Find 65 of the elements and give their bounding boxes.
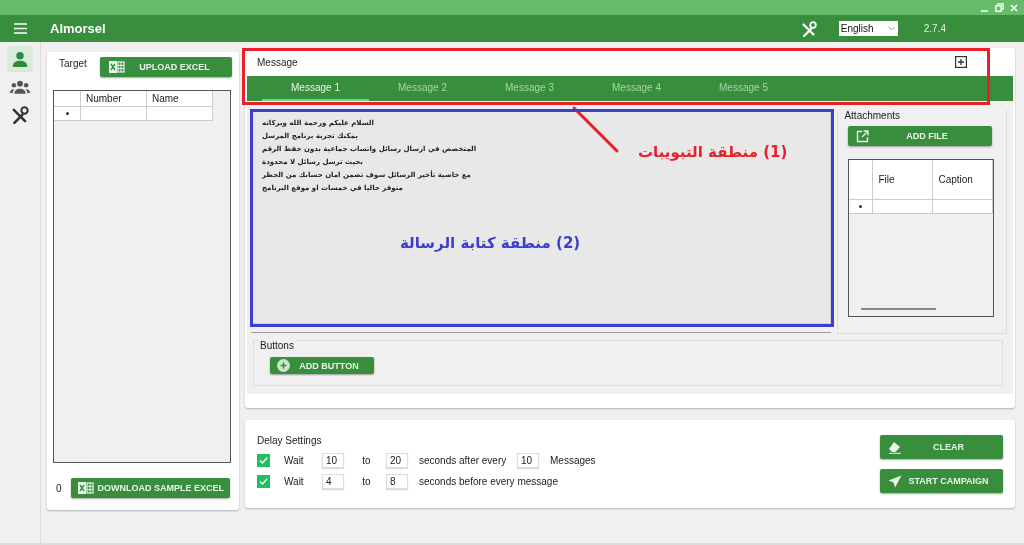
seconds-label: seconds after every <box>419 455 508 466</box>
app-title: Almorsel <box>50 21 106 36</box>
download-sample-excel-button[interactable]: DOWNLOAD SAMPLE EXCEL <box>70 478 230 498</box>
clear-button[interactable]: CLEAR <box>880 435 1003 459</box>
leader-line <box>572 106 619 153</box>
add-button-button[interactable]: ADD BUTTON <box>270 357 374 374</box>
spreadsheet-icon <box>107 59 125 75</box>
wait-label: Wait <box>284 476 305 487</box>
eraser-icon <box>888 440 902 454</box>
version-label: 2.7.4 <box>923 23 946 34</box>
people-icon <box>10 78 30 96</box>
message-label: Message <box>257 56 298 68</box>
upload-excel-button[interactable]: UPLOAD EXCEL <box>99 57 232 77</box>
tools-icon[interactable] <box>800 20 817 37</box>
number-field[interactable]: 20 <box>386 453 408 468</box>
annotation-label: (2) منطقة كتابة الرسالة <box>400 234 581 252</box>
close-icon[interactable] <box>1010 3 1018 12</box>
scrollbar-thumb[interactable] <box>861 308 937 310</box>
messages-label: Messages <box>550 455 596 466</box>
number-field[interactable]: 8 <box>386 474 408 489</box>
table-cell[interactable] <box>147 107 213 121</box>
column-header: Name <box>147 91 213 107</box>
checkbox[interactable] <box>257 475 270 488</box>
column-header: Number <box>81 91 147 107</box>
table-cell[interactable] <box>81 107 147 121</box>
external-link-icon <box>856 129 870 143</box>
message-tab[interactable]: Message 5 <box>690 76 797 101</box>
column-header: File <box>873 160 934 200</box>
seconds-label: seconds before every message <box>419 476 558 487</box>
message-tab[interactable]: Message 4 <box>583 76 690 101</box>
number-field[interactable]: 4 <box>322 474 344 489</box>
add-tab-icon[interactable] <box>955 56 967 68</box>
plus-circle-icon <box>277 359 290 372</box>
new-row-marker-icon <box>859 205 863 208</box>
annotation-label: (1) منطقة التبويبات <box>638 143 788 161</box>
person-icon <box>11 50 29 68</box>
attachments-label: Attachments <box>842 110 902 121</box>
table-cell[interactable] <box>873 200 934 214</box>
nav-person-button[interactable] <box>7 46 33 72</box>
buttons-label: Buttons <box>258 340 296 351</box>
add-file-button[interactable]: ADD FILE <box>848 126 993 146</box>
to-label: to <box>361 455 372 466</box>
checkbox[interactable] <box>257 454 270 467</box>
message-tab[interactable]: Message 3 <box>476 76 583 101</box>
caret-icon <box>887 26 895 31</box>
check-icon <box>259 457 268 464</box>
send-icon <box>888 474 902 488</box>
row-count: 0 <box>56 482 62 494</box>
spreadsheet-icon <box>76 480 94 496</box>
restore-icon[interactable] <box>995 3 1004 12</box>
new-row-marker-icon <box>65 112 69 115</box>
language-select[interactable]: English <box>838 21 898 36</box>
to-label: to <box>361 476 372 487</box>
column-header: Caption <box>933 160 994 200</box>
tools-icon <box>11 106 29 124</box>
target-label: Target <box>59 57 87 69</box>
delay-settings-label: Delay Settings <box>257 435 323 446</box>
number-field[interactable]: 10 <box>322 453 344 468</box>
number-field[interactable]: 10 <box>517 453 539 468</box>
menu-icon[interactable] <box>14 23 27 34</box>
check-icon <box>259 478 268 485</box>
message-tab[interactable]: Message 2 <box>369 76 476 101</box>
table-cell[interactable] <box>933 200 994 214</box>
start-campaign-button[interactable]: START CAMPAIGN <box>880 469 1003 493</box>
wait-label: Wait <box>284 455 305 466</box>
